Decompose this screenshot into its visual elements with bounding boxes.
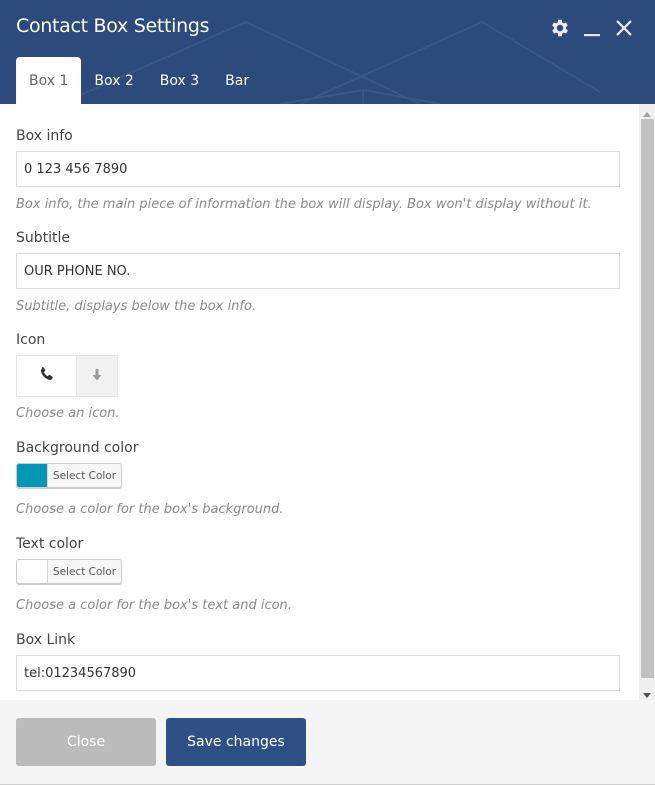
dialog-title: Contact Box Settings — [16, 15, 210, 37]
box-link-label: Box Link — [16, 632, 76, 648]
icon-help: Choose an icon. — [16, 406, 120, 421]
tab-box-2[interactable]: Box 2 — [81, 57, 146, 104]
background-color-picker-wrapper: Select Color — [16, 463, 122, 488]
dialog-header: Contact Box Settings Box 1 Box 2 Box 3 B… — [0, 0, 655, 104]
background-color-label: Background color — [16, 440, 139, 456]
dialog-footer: Close Save changes — [0, 700, 655, 784]
arrow-down-icon — [90, 367, 104, 386]
text-color-select-label: Select Color — [48, 560, 121, 583]
gear-icon[interactable] — [549, 16, 571, 40]
background-color-swatch — [17, 464, 48, 487]
close-button[interactable]: Close — [16, 718, 156, 766]
subtitle-help: Subtitle, displays below the box info. — [16, 299, 257, 314]
background-color-help: Choose a color for the box's background. — [16, 502, 284, 517]
icon-picker[interactable] — [16, 355, 118, 397]
icon-dropdown-button[interactable] — [77, 356, 117, 396]
save-changes-button[interactable]: Save changes — [166, 718, 306, 766]
icon-picker-wrapper — [16, 355, 118, 397]
minimize-icon[interactable] — [581, 16, 603, 40]
background-color-select-label: Select Color — [48, 464, 121, 487]
scrollbar-thumb[interactable] — [641, 119, 654, 678]
content-scrollbar[interactable] — [639, 104, 655, 700]
box-info-field: Box info — [16, 128, 620, 144]
tab-bar-settings[interactable]: Bar — [212, 57, 262, 104]
text-color-picker-wrapper: Select Color — [16, 559, 122, 584]
tab-box-3[interactable]: Box 3 — [147, 57, 212, 104]
text-color-picker[interactable]: Select Color — [16, 559, 122, 584]
close-icon[interactable] — [613, 16, 635, 40]
box-info-input[interactable] — [16, 151, 620, 187]
header-actions — [549, 16, 635, 40]
text-color-help: Choose a color for the box's text and ic… — [16, 598, 292, 613]
icon-preview[interactable] — [17, 356, 78, 396]
box-link-input[interactable] — [16, 655, 620, 691]
tab-bar: Box 1 Box 2 Box 3 Bar — [16, 57, 262, 104]
box-info-help: Box info, the main piece of information … — [16, 197, 592, 212]
subtitle-label: Subtitle — [16, 230, 71, 246]
tab-box-1[interactable]: Box 1 — [16, 57, 82, 104]
text-color-swatch — [17, 560, 48, 583]
scroll-down-button[interactable] — [639, 685, 655, 700]
settings-form: Box info Box info, the main piece of inf… — [0, 104, 639, 700]
subtitle-input[interactable] — [16, 253, 620, 289]
scroll-up-button[interactable] — [639, 104, 655, 119]
background-color-picker[interactable]: Select Color — [16, 463, 122, 488]
text-color-label: Text color — [16, 536, 84, 552]
contact-box-settings-dialog: Contact Box Settings Box 1 Box 2 Box 3 B… — [0, 0, 655, 785]
phone-icon — [39, 366, 55, 386]
icon-label: Icon — [16, 332, 46, 348]
box-info-label: Box info — [16, 128, 73, 144]
